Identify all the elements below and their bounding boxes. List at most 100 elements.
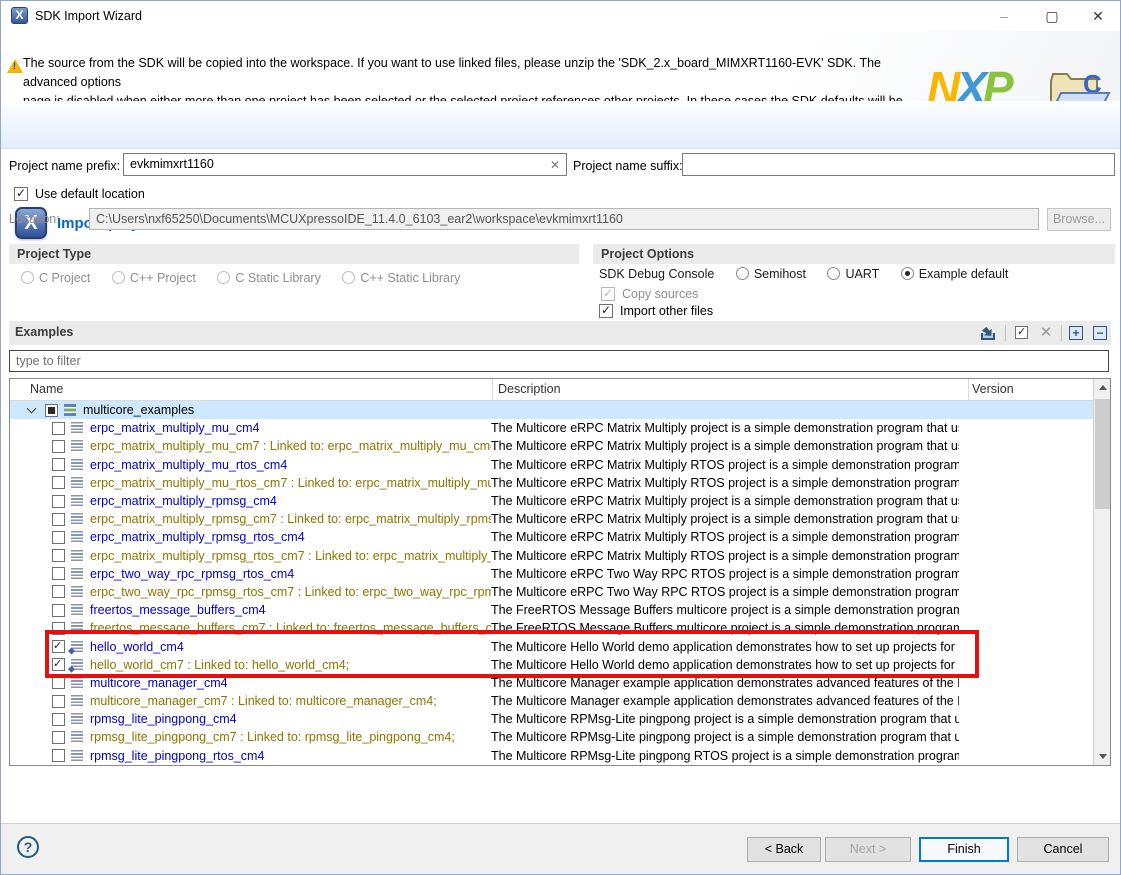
project-name-suffix-input[interactable] [682,153,1115,176]
back-button[interactable]: < Back [747,837,821,862]
table-row[interactable]: erpc_matrix_multiply_rpmsg_cm4 The Multi… [10,492,1094,510]
table-row[interactable]: erpc_matrix_multiply_rpmsg_rtos_cm4 The … [10,528,1094,546]
row-checkbox[interactable] [52,585,65,598]
project-icon [71,568,83,580]
table-row[interactable]: multicore_manager_cm7 : Linked to: multi… [10,692,1094,710]
table-row[interactable]: hello_world_cm7 : Linked to: hello_world… [10,656,1094,674]
radio-c-static-library: C Static Library [217,271,320,285]
root-tristate-checkbox[interactable] [45,404,58,417]
row-checkbox[interactable] [52,531,65,544]
radio-uart[interactable]: UART [827,267,879,281]
row-checkbox[interactable] [52,622,65,635]
row-checkbox[interactable] [52,567,65,580]
table-row[interactable]: erpc_two_way_rpc_rpmsg_rtos_cm7 : Linked… [10,583,1094,601]
footer-bar: ? < Back Next > Finish Cancel [1,823,1120,875]
deselect-all-icon[interactable]: ✕ [1037,324,1055,342]
row-checkbox[interactable] [52,458,65,471]
expand-all-icon[interactable]: + [1067,324,1085,342]
table-row[interactable]: erpc_two_way_rpc_rpmsg_rtos_cm4 The Mult… [10,565,1094,583]
row-checkbox[interactable] [52,422,65,435]
radio-example-default[interactable]: Example default [901,267,1009,281]
minimize-button[interactable]: – [981,1,1027,31]
project-name: erpc_matrix_multiply_mu_rtos_cm7 : Linke… [90,476,491,490]
vertical-scrollbar[interactable] [1093,379,1110,765]
project-description: The FreeRTOS Message Buffers multicore p… [491,621,959,635]
import-example-icon[interactable] [979,324,997,342]
clear-prefix-icon[interactable]: ✕ [550,158,560,172]
table-row[interactable]: rpmsg_lite_pingpong_cm7 : Linked to: rpm… [10,728,1094,746]
tree-root-row[interactable]: multicore_examples [10,401,1094,419]
row-checkbox[interactable] [52,549,65,562]
row-checkbox[interactable] [52,495,65,508]
close-button[interactable]: ✕ [1075,1,1121,31]
row-checkbox[interactable] [52,440,65,453]
title-bar[interactable]: X SDK Import Wizard – ▢ ✕ [1,1,1120,31]
radio-semihost[interactable]: Semihost [736,267,806,281]
project-icon [71,622,83,634]
row-checkbox[interactable] [52,749,65,762]
project-icon [71,586,83,598]
row-checkbox[interactable] [52,604,65,617]
chevron-down-icon[interactable] [27,403,37,413]
project-type-options: C Project C++ Project C Static Library C… [21,271,478,285]
project-icon [71,659,83,671]
scroll-down-icon[interactable] [1094,748,1111,765]
scroll-up-icon[interactable] [1094,379,1111,396]
collapse-all-icon[interactable]: − [1091,324,1109,342]
project-description: The Multicore eRPC Two Way RPC RTOS proj… [491,567,959,581]
row-checkbox[interactable] [52,513,65,526]
project-description: The Multicore eRPC Matrix Multiply proje… [491,439,959,453]
table-row[interactable]: multicore_manager_cm4 The Multicore Mana… [10,674,1094,692]
project-name: freertos_message_buffers_cm7 : Linked to… [90,621,491,635]
table-row[interactable]: erpc_matrix_multiply_rpmsg_cm7 : Linked … [10,510,1094,528]
table-row[interactable]: rpmsg_lite_pingpong_rtos_cm4 The Multico… [10,747,1094,765]
row-checkbox[interactable] [52,731,65,744]
project-icon [71,459,83,471]
project-description: The Multicore Manager example applicatio… [491,694,959,708]
table-row[interactable]: hello_world_cm4 The Multicore Hello Worl… [10,637,1094,655]
project-icon [71,731,83,743]
table-row[interactable] [10,765,1094,766]
radio-icon [736,267,749,280]
table-row[interactable]: rpmsg_lite_pingpong_cm4 The Multicore RP… [10,710,1094,728]
row-checkbox[interactable] [52,658,65,671]
browse-button: Browse... [1047,208,1111,231]
cancel-button[interactable]: Cancel [1017,837,1109,862]
filter-input[interactable] [9,350,1109,372]
column-divider[interactable] [968,379,969,401]
project-icon [71,695,83,707]
table-row[interactable]: freertos_message_buffers_cm4 The FreeRTO… [10,601,1094,619]
finish-button[interactable]: Finish [919,837,1009,862]
radio-cpp-static-library: C++ Static Library [342,271,460,285]
column-name[interactable]: Name [30,382,63,396]
row-checkbox[interactable] [52,676,65,689]
project-icon [71,495,83,507]
table-row[interactable]: erpc_matrix_multiply_mu_cm4 The Multicor… [10,419,1094,437]
use-default-location-label: Use default location [35,187,145,201]
help-icon[interactable]: ? [17,836,39,858]
import-other-files-checkbox[interactable] [599,304,613,318]
examples-header: Examples ✕ + − [9,321,1111,345]
project-name: erpc_matrix_multiply_rpmsg_rtos_cm7 : Li… [90,549,491,563]
table-row[interactable]: erpc_matrix_multiply_mu_rtos_cm7 : Linke… [10,474,1094,492]
maximize-button[interactable]: ▢ [1029,1,1075,31]
row-checkbox[interactable] [52,476,65,489]
table-row[interactable]: erpc_matrix_multiply_rpmsg_rtos_cm7 : Li… [10,547,1094,565]
examples-rows: multicore_examples erpc_matrix_multiply_… [10,401,1094,766]
scrollbar-thumb[interactable] [1095,399,1110,509]
table-row[interactable]: erpc_matrix_multiply_mu_cm7 : Linked to:… [10,437,1094,455]
column-divider[interactable] [492,379,493,401]
row-checkbox[interactable] [52,713,65,726]
toolbar-separator [1005,325,1006,341]
row-checkbox[interactable] [52,695,65,708]
row-checkbox[interactable] [52,640,65,653]
project-name-prefix-input[interactable]: evkmimxrt1160 [123,153,567,176]
radio-icon [827,267,840,280]
column-version[interactable]: Version [972,382,1014,396]
project-icon [71,750,83,762]
table-row[interactable]: erpc_matrix_multiply_mu_rtos_cm4 The Mul… [10,456,1094,474]
column-description[interactable]: Description [498,382,561,396]
select-all-icon[interactable] [1013,324,1031,342]
use-default-location-checkbox[interactable] [14,187,28,201]
table-row[interactable]: freertos_message_buffers_cm7 : Linked to… [10,619,1094,637]
